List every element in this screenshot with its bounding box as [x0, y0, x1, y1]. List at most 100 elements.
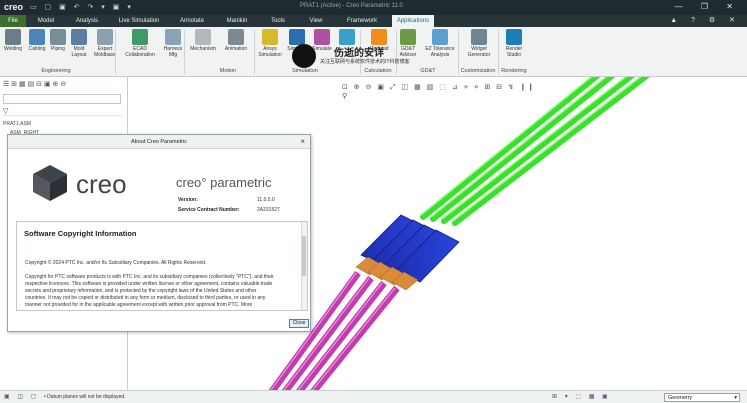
ribbon-button-piping[interactable]: Piping — [49, 29, 67, 52]
tab-applications[interactable]: Applications — [392, 15, 434, 27]
ribbon-button-ecad-collaboration[interactable]: ECAD Collaboration — [122, 29, 158, 58]
ribbon-icon — [432, 29, 448, 45]
contract-value: 2A231527 — [257, 207, 280, 213]
ribbon-separator — [498, 30, 499, 74]
ribbon-icon — [262, 29, 278, 45]
tab-framework[interactable]: Framework — [336, 15, 388, 27]
ribbon-button-ansys-simulation[interactable]: Ansys Simulation — [257, 29, 283, 58]
about-dialog: About Creo Parametric × creo creo° param… — [7, 134, 311, 332]
tab-live-simulation[interactable]: Live Simulation — [112, 15, 166, 27]
ribbon-button-mold-layout[interactable]: Mold Layout — [68, 29, 90, 58]
ribbon-button-label: Render Studio — [505, 46, 523, 58]
scrollbar-thumb[interactable] — [302, 236, 306, 276]
ribbon-button-label: ECAD Collaboration — [125, 46, 155, 58]
dialog-title: About Creo Parametric — [8, 135, 310, 149]
creo-cube-icon — [33, 165, 67, 201]
watermark-subtext: 关注互联网与系统软件技术的IT科技博客 — [320, 59, 410, 65]
copyright-line: Copyright © 2024 PTC Inc. and/or Its Sub… — [25, 260, 207, 266]
ribbon-icon — [471, 29, 487, 45]
ribbon-button-label: EZ Tolerance Analysis — [425, 46, 455, 58]
ribbon-button-label: Piping — [51, 46, 65, 52]
tab-manikin[interactable]: Manikin — [218, 15, 256, 27]
tree-filter-icon[interactable]: ▽ — [3, 107, 123, 116]
brand-name: creo — [76, 169, 127, 199]
watermark: 伤逝的安详 关注互联网与系统软件技术的IT科技博客 — [290, 44, 420, 68]
status-icons[interactable]: ▣ ◫ ▢ — [4, 393, 39, 400]
selection-filter-dropdown[interactable]: Geometry ▾ — [664, 393, 740, 402]
ribbon-separator — [184, 30, 185, 74]
ribbon-button-harness-mfg[interactable]: Harness Mfg — [160, 29, 186, 58]
group-label-gd-t: GD&T — [420, 68, 436, 74]
tab-view[interactable]: View — [300, 15, 332, 27]
ribbon-icon — [97, 29, 113, 45]
close-button[interactable]: Close — [289, 319, 309, 328]
group-label-simulation: Simulation — [292, 68, 318, 74]
version-label: Version: — [178, 197, 198, 203]
status-bar: ▣ ◫ ▢ • Datum planes will not be display… — [0, 390, 747, 403]
window-controls[interactable]: — ❐ ✕ — [675, 2, 741, 11]
green-cables — [420, 77, 650, 226]
copyright-line: Copyright for PTC software products is w… — [25, 274, 274, 280]
ribbon-button-cabling[interactable]: Cabling — [26, 29, 48, 52]
ribbon-button-label: Mold Layout — [71, 46, 87, 58]
ribbon-button-animation[interactable]: Animation — [220, 29, 252, 52]
ribbon-button-mechanism[interactable]: Mechanism — [188, 29, 218, 52]
group-label-engineering: Engineering — [41, 68, 71, 74]
help-icons[interactable]: ▲ ? ⚙ ✕ — [670, 16, 741, 24]
ribbon-icon — [339, 29, 355, 45]
copyright-line: secrets and proprietary information, and… — [25, 288, 257, 294]
ribbon-icon — [371, 29, 387, 45]
group-label-customization: Customization — [460, 68, 496, 74]
window-title: PRAT1 (Active) - Creo Parametric 11.0 — [300, 3, 403, 9]
ribbon-icon — [314, 29, 330, 45]
tree-search-input[interactable] — [3, 94, 121, 104]
chevron-down-icon: ▾ — [734, 395, 737, 401]
copyright-panel[interactable]: Software Copyright Information Copyright… — [16, 221, 308, 311]
ribbon-icon — [132, 29, 148, 45]
copyright-title: Software Copyright Information — [24, 229, 137, 238]
ribbon-separator — [115, 30, 116, 74]
tab-model[interactable]: Model — [30, 15, 62, 27]
copyright-line: respective licensors. This software is p… — [25, 281, 273, 287]
copyright-line: manner not provided for in the applicabl… — [25, 302, 253, 308]
ribbon-button-widget-generator[interactable]: Widget Generator — [462, 29, 496, 58]
ribbon-button-label: Harness Mfg — [163, 46, 183, 58]
ribbon-button-render-studio[interactable]: Render Studio — [501, 29, 527, 58]
ribbon-button-label: Mechanism — [190, 46, 216, 52]
group-label-rendering: Rendering — [501, 68, 527, 74]
tree-toolbar[interactable]: ☰ ⊞ ▦ ▤ ⊟ ▣ ⊕ ⊖ — [3, 80, 66, 88]
ribbon-button-label: Cabling — [28, 46, 46, 52]
ribbon-icon — [289, 29, 305, 45]
ribbon-button-label: Animation — [224, 46, 248, 52]
title-bar: creo ▭ ▢ ▣ ↶ ↷ ▾ ▣ ▾ PRAT1 (Active) - Cr… — [0, 0, 747, 15]
ribbon-separator — [458, 30, 459, 74]
tab-annotate[interactable]: Annotate — [170, 15, 214, 27]
panel-scrollbar[interactable] — [301, 222, 307, 310]
ribbon-button-welding[interactable]: Welding — [2, 29, 24, 52]
watermark-text: 伤逝的安详 — [334, 48, 384, 59]
selection-filter-value: Geometry — [668, 395, 693, 401]
ribbon-icon — [400, 29, 416, 45]
status-tools[interactable]: ⊞ ▾ ⬚ ▦ ▣ — [552, 393, 611, 400]
contract-label: Service Contract Number: — [178, 207, 240, 213]
ribbon-icon — [29, 29, 45, 45]
tab-file[interactable]: File — [0, 15, 26, 27]
group-label-calculation: Calculation — [364, 68, 392, 74]
ribbon-button-ez-tolerance-analysis[interactable]: EZ Tolerance Analysis — [420, 29, 460, 58]
tab-tools[interactable]: Tools — [260, 15, 296, 27]
tab-analysis[interactable]: Analysis — [66, 15, 108, 27]
tree-item-root[interactable]: PRAT1.ASM — [3, 121, 31, 127]
watermark-logo — [292, 44, 316, 68]
ribbon-icon — [71, 29, 87, 45]
ribbon-separator — [254, 30, 255, 74]
close-icon[interactable]: × — [300, 137, 305, 146]
version-value: 11.0.0.0 — [257, 197, 275, 203]
ribbon-icon — [5, 29, 21, 45]
ribbon-icon — [165, 29, 181, 45]
ribbon-button-label: Welding — [4, 46, 22, 52]
product-name: creo° parametric — [176, 175, 272, 190]
copyright-line: countries. It may not be copied or distr… — [25, 295, 266, 301]
graphics-toolbar[interactable]: ⊡ ⊕ ⊖ ▣ ⤢ ◫ ▦ ▧ ⬚ ⊿ ⟡ ⋄ ⊞ ⊟ ↯ ❙❙ ⚲ — [342, 83, 538, 100]
ribbon-icon — [228, 29, 244, 45]
quick-access-toolbar[interactable]: ▭ ▢ ▣ ↶ ↷ ▾ ▣ ▾ — [30, 3, 134, 11]
